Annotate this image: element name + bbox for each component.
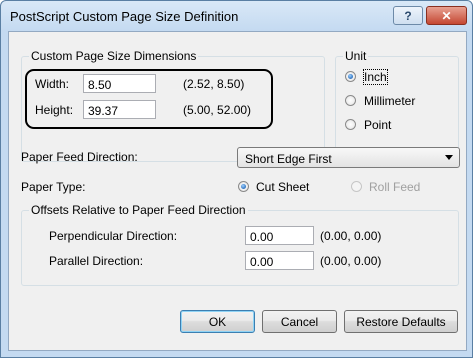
paper-type-label: Paper Type:	[21, 180, 86, 194]
dialog-client-area: Custom Page Size Dimensions Width: 8.50 …	[8, 31, 467, 351]
unit-point-radio[interactable]	[345, 119, 356, 130]
unit-millimeter-radio[interactable]	[345, 95, 356, 106]
offsets-group-title: Offsets Relative to Paper Feed Direction	[29, 203, 248, 217]
parallel-range: (0.00, 0.00)	[320, 254, 382, 268]
restore-defaults-button[interactable]: Restore Defaults	[344, 310, 458, 333]
close-icon: ✕	[441, 8, 452, 23]
size-group-title: Custom Page Size Dimensions	[29, 49, 199, 63]
parallel-input[interactable]: 0.00	[245, 251, 314, 270]
help-icon: ?	[404, 8, 412, 23]
unit-group-title: Unit	[343, 49, 369, 63]
cancel-button-label: Cancel	[280, 314, 319, 329]
roll-feed-radio	[351, 181, 362, 192]
cut-sheet-radio[interactable]	[238, 181, 249, 192]
unit-millimeter-label: Millimeter	[364, 94, 416, 108]
perpendicular-range: (0.00, 0.00)	[320, 229, 382, 243]
offsets-group	[21, 210, 459, 286]
paper-feed-label: Paper Feed Direction:	[21, 150, 138, 164]
width-label: Width:	[35, 77, 70, 91]
unit-point-label: Point	[364, 118, 392, 132]
title-bar[interactable]: PostScript Custom Page Size Definition ?…	[1, 1, 472, 31]
perpendicular-input[interactable]: 0.00	[245, 226, 314, 245]
width-input[interactable]: 8.50	[83, 74, 156, 93]
height-range: (5.00, 52.00)	[183, 103, 252, 117]
chevron-down-icon	[445, 155, 453, 160]
paper-feed-value: Short Edge First	[245, 152, 332, 166]
ok-button-label: OK	[208, 314, 227, 329]
restore-defaults-button-label: Restore Defaults	[356, 314, 446, 329]
perpendicular-label: Perpendicular Direction:	[49, 229, 178, 243]
cut-sheet-label: Cut Sheet	[256, 180, 310, 194]
parallel-label: Parallel Direction:	[49, 254, 144, 268]
dialog-title: PostScript Custom Page Size Definition	[10, 9, 239, 24]
help-button[interactable]: ?	[393, 6, 423, 25]
ok-button[interactable]: OK	[180, 310, 255, 333]
paper-feed-select[interactable]: Short Edge First	[237, 147, 460, 168]
unit-inch-label: Inch	[363, 69, 388, 85]
height-label: Height:	[35, 103, 74, 117]
unit-inch-radio[interactable]	[345, 71, 356, 82]
dialog-window: PostScript Custom Page Size Definition ?…	[0, 0, 473, 358]
close-button[interactable]: ✕	[426, 6, 467, 25]
cancel-button[interactable]: Cancel	[262, 310, 337, 333]
width-range: (2.52, 8.50)	[183, 77, 245, 91]
height-input[interactable]: 39.37	[83, 100, 156, 119]
roll-feed-label: Roll Feed	[369, 180, 421, 194]
